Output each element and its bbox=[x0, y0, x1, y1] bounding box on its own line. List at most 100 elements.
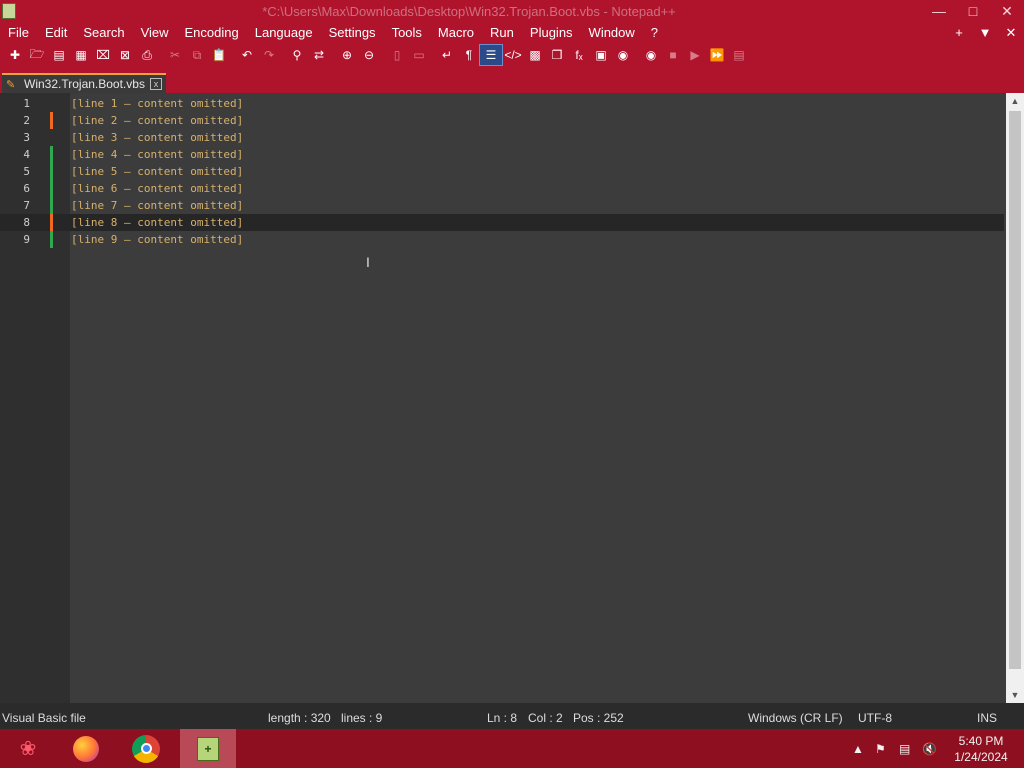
network-icon[interactable]: ▤ bbox=[899, 729, 910, 768]
menu-tools[interactable]: Tools bbox=[384, 25, 430, 40]
code-line[interactable]: 1 [line 1 — content omitted] bbox=[0, 95, 1004, 112]
code-line[interactable]: 3 [line 3 — content omitted] bbox=[0, 129, 1004, 146]
chrome-icon[interactable] bbox=[118, 729, 174, 768]
change-marker bbox=[50, 146, 53, 163]
code-line[interactable]: 4 [line 4 — content omitted] bbox=[0, 146, 1004, 163]
code-line[interactable]: 6 [line 6 — content omitted] bbox=[0, 180, 1004, 197]
cut-icon[interactable]: ✂ bbox=[164, 45, 186, 65]
menu-search[interactable]: Search bbox=[75, 25, 132, 40]
scroll-down-icon[interactable]: ▼ bbox=[1006, 687, 1024, 703]
change-marker bbox=[50, 214, 53, 231]
menu-file[interactable]: File bbox=[0, 25, 37, 40]
doc-map-icon[interactable]: ▩ bbox=[524, 45, 546, 65]
menu-encoding[interactable]: Encoding bbox=[177, 25, 247, 40]
play-macro-icon[interactable]: ▶ bbox=[684, 45, 706, 65]
code-editor[interactable]: 1 [line 1 — content omitted] 2 [line 2 — co… bbox=[0, 93, 1006, 703]
tab-document[interactable]: ✎ Win32.Trojan.Boot.vbs x bbox=[2, 73, 166, 93]
menu-edit[interactable]: Edit bbox=[37, 25, 75, 40]
run-macro-multiple-icon[interactable]: ⏩ bbox=[706, 45, 728, 65]
undo-icon[interactable]: ↶ bbox=[236, 45, 258, 65]
monitoring-icon[interactable]: ◉ bbox=[612, 45, 634, 65]
tab-bar: ✎ Win32.Trojan.Boot.vbs x bbox=[0, 67, 1024, 93]
redo-icon[interactable]: ↷ bbox=[258, 45, 280, 65]
save-icon[interactable]: ▤ bbox=[48, 45, 70, 65]
close-all-icon[interactable]: ⊠ bbox=[114, 45, 136, 65]
xml-icon[interactable]: </> bbox=[502, 45, 524, 65]
zoom-in-icon[interactable]: ⊕ bbox=[336, 45, 358, 65]
status-lines: lines : 9 bbox=[341, 711, 383, 725]
save-all-icon[interactable]: ▦ bbox=[70, 45, 92, 65]
word-wrap-icon[interactable]: ↵ bbox=[436, 45, 458, 65]
code-text[interactable]: [line 6 — content omitted] bbox=[71, 182, 243, 195]
scroll-up-icon[interactable]: ▲ bbox=[1006, 93, 1024, 109]
code-line[interactable]: 8 [line 8 — content omitted] bbox=[0, 214, 1004, 231]
code-text[interactable]: [line 2 — content omitted] bbox=[71, 114, 243, 127]
paste-icon[interactable]: 📋 bbox=[208, 45, 230, 65]
code-line[interactable]: 5 [line 5 — content omitted] bbox=[0, 163, 1004, 180]
open-icon[interactable]: 🗁 bbox=[26, 45, 48, 65]
code-text[interactable]: [line 4 — content omitted] bbox=[71, 148, 243, 161]
firefox-icon[interactable] bbox=[58, 729, 114, 768]
show-all-chars-icon[interactable]: ¶ bbox=[458, 45, 480, 65]
code-line[interactable]: 2 [line 2 — content omitted] bbox=[0, 112, 1004, 129]
clock[interactable]: 5:40 PM 1/24/2024 bbox=[950, 733, 1012, 765]
status-eol[interactable]: Windows (CR LF) bbox=[748, 711, 843, 725]
menu-window[interactable]: Window bbox=[581, 25, 643, 40]
replace-icon[interactable]: ⇄ bbox=[308, 45, 330, 65]
indent-guide-icon[interactable]: ☰ bbox=[479, 44, 503, 66]
function-list-icon[interactable]: fₓ bbox=[568, 45, 590, 65]
minimize-button[interactable]: — bbox=[922, 0, 956, 22]
taskbar: ❀ + ▲ ⚑ ▤ 🔇 5:40 PM 1/24/2024 bbox=[0, 729, 1024, 768]
code-text[interactable]: [line 3 — content omitted] bbox=[71, 131, 243, 144]
menu-plugins[interactable]: Plugins bbox=[522, 25, 581, 40]
record-macro-icon[interactable]: ◉ bbox=[640, 45, 662, 65]
sync-v-icon[interactable]: ▯ bbox=[386, 45, 408, 65]
menu-settings[interactable]: Settings bbox=[321, 25, 384, 40]
notepadpp-icon[interactable]: + bbox=[180, 729, 236, 768]
sync-h-icon[interactable]: ▭ bbox=[408, 45, 430, 65]
menu-language[interactable]: Language bbox=[247, 25, 321, 40]
clock-time: 5:40 PM bbox=[958, 734, 1004, 748]
new-file-icon[interactable]: ✚ bbox=[4, 45, 26, 65]
maximize-button[interactable]: □ bbox=[956, 0, 990, 22]
change-marker bbox=[50, 180, 53, 197]
code-text[interactable]: [line 1 — content omitted] bbox=[71, 97, 243, 110]
menu-view[interactable]: View bbox=[133, 25, 177, 40]
volume-mute-icon[interactable]: 🔇 bbox=[922, 729, 937, 768]
code-text[interactable]: [line 5 — content omitted] bbox=[71, 165, 243, 178]
close-document-button[interactable]: ✕ bbox=[998, 25, 1024, 41]
flag-icon[interactable]: ⚑ bbox=[875, 729, 886, 768]
line-number: 2 bbox=[23, 114, 30, 127]
tab-list-button[interactable]: ▼ bbox=[972, 25, 998, 41]
stop-record-icon[interactable]: ■ bbox=[662, 45, 684, 65]
text-cursor-icon: I bbox=[366, 254, 370, 270]
doc-list-icon[interactable]: ❒ bbox=[546, 45, 568, 65]
save-macro-icon[interactable]: ▤ bbox=[728, 45, 750, 65]
close-icon[interactable]: ⌧ bbox=[92, 45, 114, 65]
start-icon[interactable]: ❀ bbox=[0, 729, 56, 768]
code-text[interactable]: [line 9 — content omitted] bbox=[71, 233, 243, 246]
code-text[interactable]: [line 8 — content omitted] bbox=[71, 216, 243, 229]
menu-run[interactable]: Run bbox=[482, 25, 522, 40]
status-encoding[interactable]: UTF-8 bbox=[858, 711, 892, 725]
close-button[interactable]: ✕ bbox=[990, 0, 1024, 22]
scrollbar-thumb[interactable] bbox=[1009, 111, 1021, 669]
tab-close-icon[interactable]: x bbox=[150, 78, 162, 90]
status-mode: INS bbox=[977, 711, 998, 725]
code-line[interactable]: 7 [line 7 — content omitted] bbox=[0, 197, 1004, 214]
add-tab-button[interactable]: + bbox=[946, 25, 972, 41]
line-number: 3 bbox=[23, 131, 30, 144]
code-line[interactable]: 9 [line 9 — content omitted] bbox=[0, 231, 1004, 248]
zoom-out-icon[interactable]: ⊖ bbox=[358, 45, 380, 65]
tray-overflow-icon[interactable]: ▲ bbox=[852, 729, 864, 768]
find-icon[interactable]: ⚲ bbox=[286, 45, 308, 65]
vertical-scrollbar[interactable]: ▲ ▼ bbox=[1006, 93, 1024, 703]
menu-macro[interactable]: Macro bbox=[430, 25, 482, 40]
copy-icon[interactable]: ⧉ bbox=[186, 45, 208, 65]
folder-workspace-icon[interactable]: ▣ bbox=[590, 45, 612, 65]
status-language: Visual Basic file bbox=[2, 711, 86, 725]
menu-help[interactable]: ? bbox=[643, 25, 666, 40]
status-col: Col : 2 bbox=[528, 711, 563, 725]
print-icon[interactable]: ⎙ bbox=[136, 45, 158, 65]
code-text[interactable]: [line 7 — content omitted] bbox=[71, 199, 243, 212]
